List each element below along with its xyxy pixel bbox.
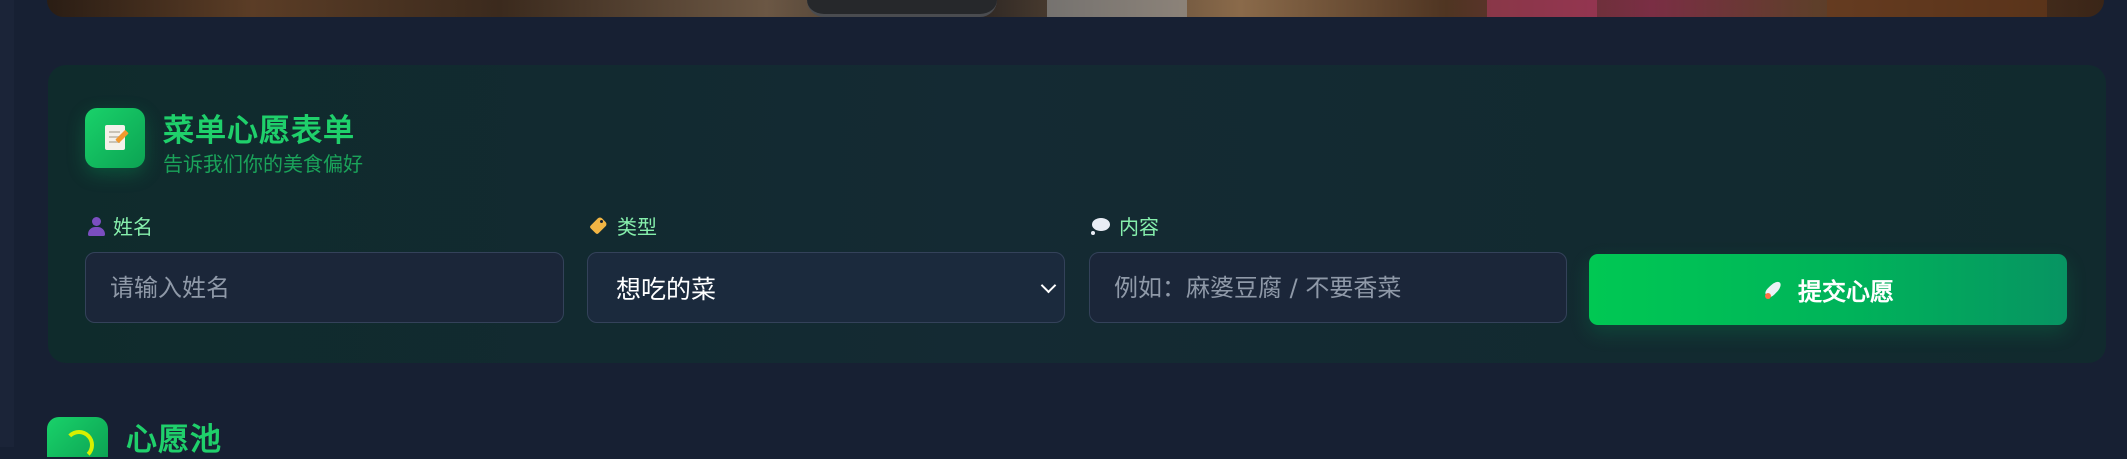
memo-icon — [85, 108, 145, 168]
type-field-label: 类型 — [589, 211, 657, 240]
wish-pool-title: 心愿池 — [126, 422, 222, 458]
tag-icon — [589, 216, 609, 236]
content-input[interactable] — [1089, 252, 1567, 323]
chevron-down-icon — [1040, 277, 1057, 294]
type-label-text: 类型 — [617, 215, 657, 239]
person-icon — [87, 216, 105, 236]
rocket-icon — [1762, 278, 1786, 302]
content-label-text: 内容 — [1119, 215, 1159, 239]
form-subtitle: 告诉我们你的美食偏好 — [163, 152, 363, 176]
speech-bubble-icon — [1089, 216, 1111, 236]
name-label-text: 姓名 — [113, 215, 153, 239]
submit-wish-button[interactable]: 提交心愿 — [1589, 254, 2067, 325]
pool-icon — [47, 417, 108, 457]
name-field-label: 姓名 — [87, 211, 153, 240]
food-banner-image — [47, 0, 2104, 17]
wish-form-card: 菜单心愿表单 告诉我们你的美食偏好 姓名 类型 想吃的菜 内容 提交心愿 — [48, 65, 2106, 363]
type-select[interactable]: 想吃的菜 — [587, 252, 1065, 323]
name-input[interactable] — [85, 252, 564, 323]
form-title: 菜单心愿表单 — [163, 113, 355, 149]
submit-button-label: 提交心愿 — [1798, 279, 1894, 306]
type-select-value: 想吃的菜 — [616, 274, 717, 304]
left-rail — [0, 0, 14, 447]
content-field-label: 内容 — [1089, 211, 1159, 240]
